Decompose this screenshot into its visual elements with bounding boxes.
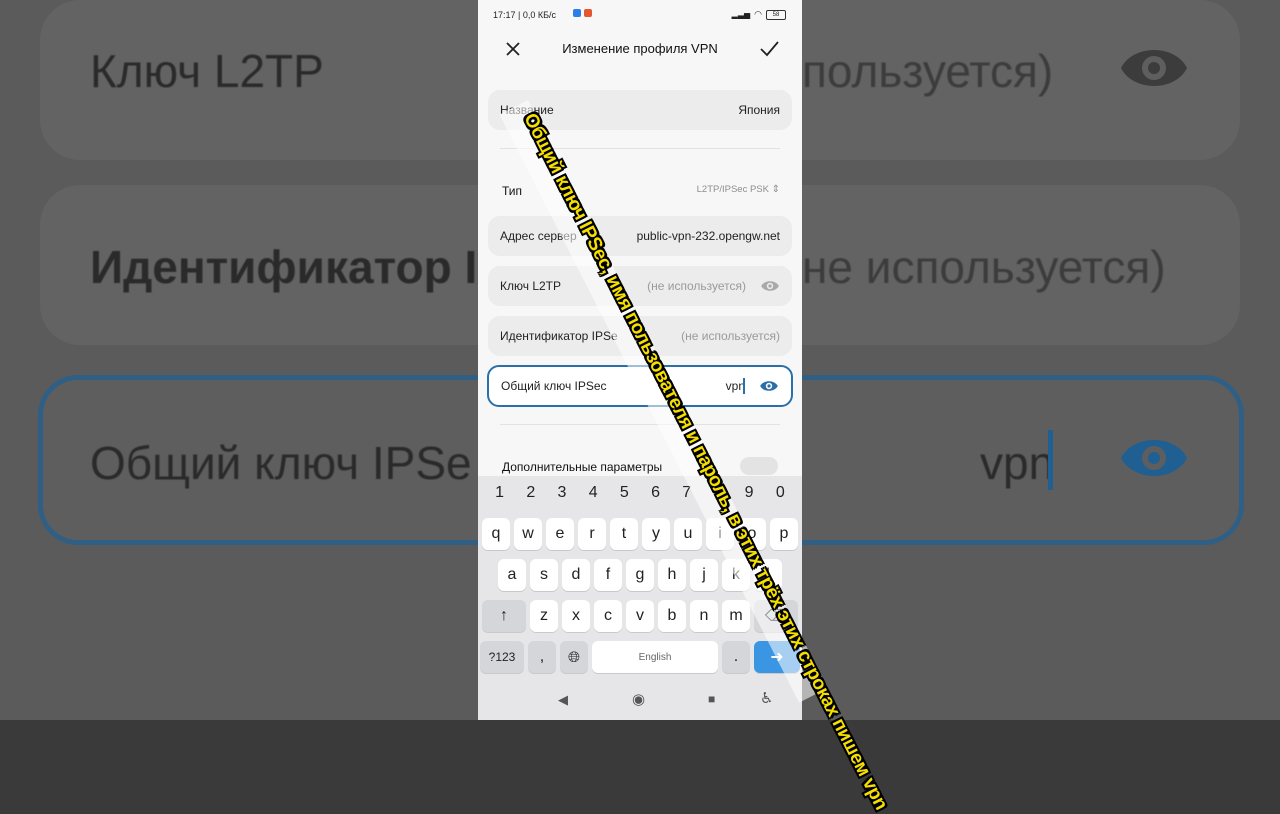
app-bar: Изменение профиля VPN	[478, 32, 802, 66]
type-value: L2TP/IPSec PSK	[696, 184, 769, 195]
key-b[interactable]: b	[658, 600, 686, 632]
language-key[interactable]: 🌐︎	[560, 641, 588, 673]
type-label: Тип	[502, 184, 523, 198]
symbols-key[interactable]: ?123	[480, 641, 524, 673]
recents-icon[interactable]: ■	[708, 692, 715, 706]
l2tp-key-field[interactable]: Ключ L2TP (не используется)	[488, 266, 792, 306]
key-g[interactable]: g	[626, 559, 654, 591]
status-icons: ▂▃▅ ◠ 58	[732, 9, 786, 20]
l2tp-key-label: Ключ L2TP	[500, 279, 561, 293]
key-9[interactable]: 9	[735, 484, 763, 502]
back-icon[interactable]: ◀	[558, 692, 568, 708]
bg-l2tp-label: Ключ L2TP	[90, 45, 324, 97]
key-t[interactable]: t	[610, 518, 638, 550]
signal-icon: ▂▃▅	[731, 10, 751, 19]
key-y[interactable]: y	[642, 518, 670, 550]
space-key[interactable]: English	[592, 641, 718, 673]
key-n[interactable]: n	[690, 600, 718, 632]
check-icon[interactable]	[758, 38, 780, 60]
key-s[interactable]: s	[530, 559, 558, 591]
key-3[interactable]: 3	[548, 484, 576, 502]
key-r[interactable]: r	[578, 518, 606, 550]
eye-active-icon[interactable]	[759, 378, 779, 394]
bg-id-label: Идентификатор I	[90, 241, 478, 293]
key-m[interactable]: m	[722, 600, 750, 632]
comma-key[interactable]: ,	[528, 641, 556, 673]
nav-bar: ◀ ◉ ■ ♿︎	[478, 680, 802, 720]
status-bar: 17:17 | 0,0 КБ/с ▂▃▅ ◠ 58	[478, 0, 802, 32]
key-6[interactable]: 6	[642, 484, 670, 502]
number-row: 1 2 3 4 5 6 7 8 9 0	[478, 476, 802, 510]
period-key[interactable]: .	[722, 641, 750, 673]
globe-icon: 🌐︎	[567, 648, 580, 666]
home-icon[interactable]: ◉	[632, 690, 645, 708]
app-icon-orange	[584, 9, 592, 17]
keyboard-row-4: ?123 , 🌐︎ English . ➜	[478, 641, 802, 673]
text-cursor	[743, 378, 745, 394]
key-j[interactable]: j	[690, 559, 718, 591]
ipsec-key-label: Общий ключ IPSec	[501, 379, 607, 393]
page-title: Изменение профиля VPN	[562, 41, 718, 56]
status-time: 17:17 | 0,0 КБ/с	[493, 10, 557, 20]
key-p[interactable]: p	[770, 518, 798, 550]
l2tp-key-placeholder: (не используется)	[647, 279, 746, 293]
ipsec-id-placeholder: (не используется)	[681, 329, 780, 343]
shift-icon: ↑	[500, 607, 508, 624]
chevron-updown-icon: ⇕	[771, 184, 780, 195]
app-icon-blue	[573, 9, 581, 17]
bg-l2tp-hint: пользуется)	[802, 45, 1054, 97]
bg-eye-icon	[1121, 50, 1187, 86]
notification-icons	[573, 9, 592, 17]
shift-key[interactable]: ↑	[482, 600, 526, 632]
key-0[interactable]: 0	[766, 484, 794, 502]
server-field[interactable]: Адрес сервер public-vpn-232.opengw.net	[488, 216, 792, 256]
bg-id-hint: не используется)	[802, 241, 1166, 293]
ipsec-id-label: Идентификатор IPSe	[500, 329, 618, 343]
battery-icon: 58	[766, 9, 786, 20]
bg-ipsec-value: vpn	[980, 437, 1055, 489]
key-2[interactable]: 2	[517, 484, 545, 502]
key-d[interactable]: d	[562, 559, 590, 591]
key-z[interactable]: z	[530, 600, 558, 632]
key-q[interactable]: q	[482, 518, 510, 550]
name-value: Япония	[738, 103, 780, 117]
bg-ipsec-label: Общий ключ IPSe	[90, 437, 472, 489]
bg-text-cursor	[1048, 430, 1053, 490]
advanced-toggle[interactable]	[740, 457, 778, 475]
wifi-icon: ◠	[754, 9, 762, 19]
key-1[interactable]: 1	[486, 484, 514, 502]
key-4[interactable]: 4	[579, 484, 607, 502]
key-u[interactable]: u	[674, 518, 702, 550]
accessibility-icon[interactable]: ♿︎	[760, 689, 773, 707]
divider	[500, 424, 780, 425]
key-5[interactable]: 5	[610, 484, 638, 502]
key-w[interactable]: w	[514, 518, 542, 550]
key-h[interactable]: h	[658, 559, 686, 591]
bg-eye-active-icon	[1121, 440, 1187, 476]
server-value: public-vpn-232.opengw.net	[636, 229, 780, 243]
key-c[interactable]: c	[594, 600, 622, 632]
key-f[interactable]: f	[594, 559, 622, 591]
type-select[interactable]: L2TP/IPSec PSK ⇕	[697, 184, 780, 195]
advanced-label: Дополнительные параметры	[502, 460, 663, 474]
key-a[interactable]: a	[498, 559, 526, 591]
eye-icon[interactable]	[760, 278, 780, 294]
key-v[interactable]: v	[626, 600, 654, 632]
key-x[interactable]: x	[562, 600, 590, 632]
key-e[interactable]: e	[546, 518, 574, 550]
